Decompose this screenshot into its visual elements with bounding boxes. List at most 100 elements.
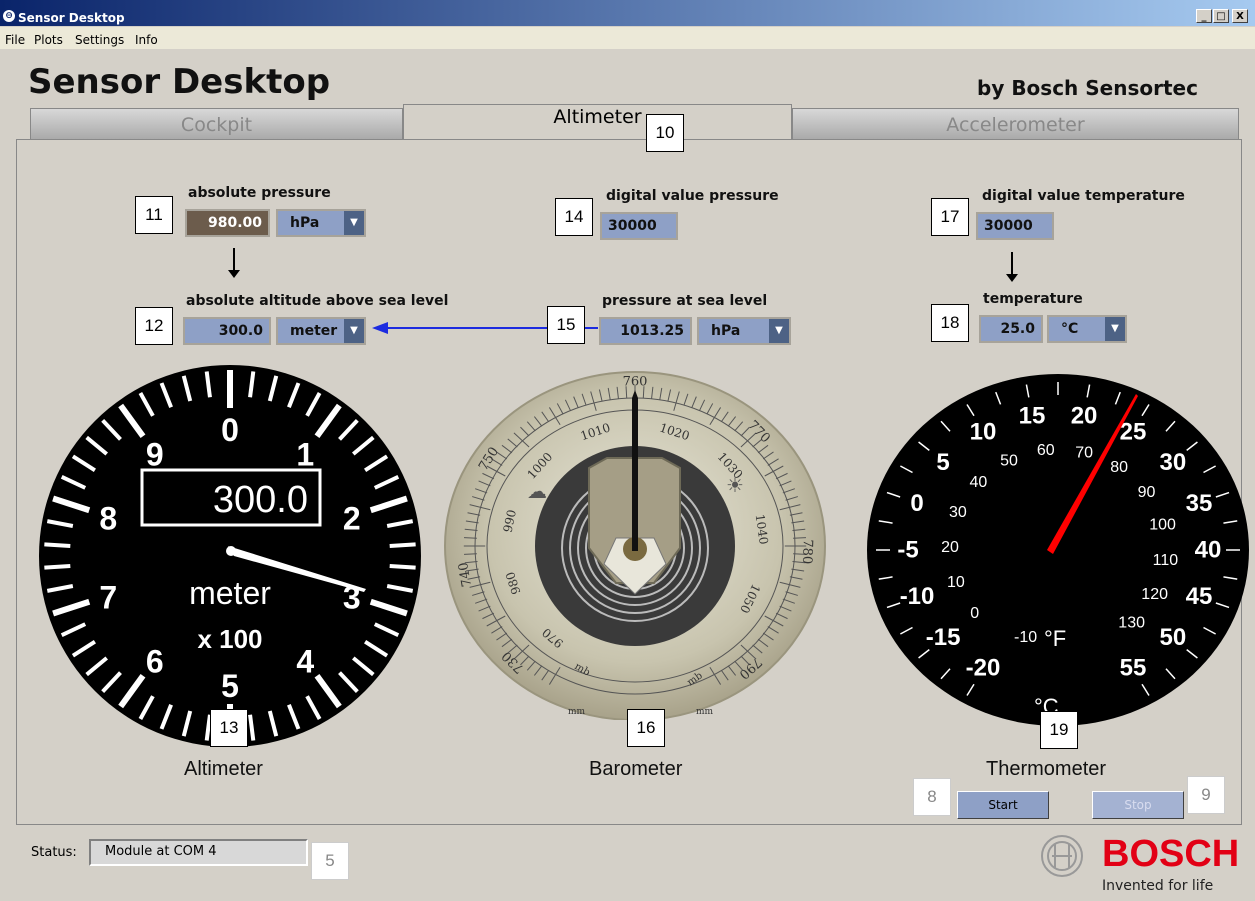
status-field: Module at COM 4	[89, 839, 308, 866]
fahrenheit-number: 80	[1110, 459, 1128, 476]
menu-plots[interactable]: Plots	[34, 33, 63, 47]
digital-pressure-label: digital value pressure	[606, 188, 779, 204]
celsius-number: 45	[1186, 583, 1213, 610]
barometer-outer-number: 760	[623, 375, 648, 390]
celsius-number: 30	[1160, 449, 1187, 476]
altitude-label: absolute altitude above sea level	[186, 293, 449, 309]
callout-10: 10	[646, 114, 684, 152]
fahrenheit-number: 70	[1075, 444, 1093, 461]
callout-11: 11	[135, 196, 173, 234]
barometer-caption: Barometer	[589, 758, 683, 780]
callout-15: 15	[547, 306, 585, 344]
fahrenheit-number: 100	[1149, 516, 1176, 533]
celsius-number: 20	[1071, 403, 1098, 430]
status-label: Status:	[31, 845, 77, 860]
temperature-unit-select[interactable]: °C ▼	[1047, 315, 1127, 343]
abs-pressure-unit-value: hPa	[290, 215, 320, 231]
altimeter-gauge: 0123456789 300.0 meter x 100	[39, 365, 421, 747]
celsius-number: 40	[1195, 537, 1222, 564]
fahrenheit-number: 0	[970, 605, 979, 622]
abs-pressure-field[interactable]: 980.00	[185, 209, 270, 237]
altimeter-number: 1	[296, 436, 314, 472]
sea-level-label: pressure at sea level	[602, 293, 768, 309]
callout-19: 19	[1040, 711, 1078, 749]
dropdown-arrow-icon[interactable]: ▼	[344, 319, 364, 343]
stop-button[interactable]: Stop	[1092, 791, 1184, 819]
bosch-brand: BOSCH	[1102, 833, 1240, 875]
bosch-logo-icon	[1041, 835, 1083, 877]
celsius-number: 5	[936, 449, 949, 476]
altimeter-tick	[44, 542, 71, 548]
callout-8: 8	[913, 778, 951, 816]
digital-temp-label: digital value temperature	[982, 188, 1185, 204]
menu-info[interactable]: Info	[135, 33, 158, 47]
menu-settings[interactable]: Settings	[75, 33, 124, 47]
title-bar: ⊖ Sensor Desktop _ □ X	[0, 0, 1255, 26]
callout-12: 12	[135, 307, 173, 345]
altitude-field[interactable]: 300.0	[183, 317, 271, 345]
altimeter-tick	[389, 564, 416, 570]
svg-text:mm: mm	[568, 707, 586, 717]
celsius-number: 50	[1160, 624, 1187, 651]
callout-13: 13	[210, 709, 248, 747]
dropdown-arrow-icon[interactable]: ▼	[344, 211, 364, 235]
barometer-needle	[632, 390, 638, 551]
dropdown-arrow-icon[interactable]: ▼	[769, 319, 789, 343]
app-logo-icon: ⊖	[3, 10, 15, 22]
callout-16: 16	[627, 709, 665, 747]
fahrenheit-number: 50	[1000, 452, 1018, 469]
altimeter-number: 6	[146, 644, 164, 680]
svg-text:mm: mm	[696, 707, 714, 717]
altimeter-number: 7	[99, 580, 117, 616]
sea-level-unit-value: hPa	[711, 323, 741, 339]
altimeter-number: 4	[296, 644, 314, 680]
callout-17: 17	[931, 198, 969, 236]
celsius-number: -10	[900, 583, 935, 610]
callout-14: 14	[555, 198, 593, 236]
fahrenheit-number: 90	[1138, 484, 1156, 501]
altimeter-tick	[44, 564, 71, 570]
altitude-unit-select[interactable]: meter ▼	[276, 317, 366, 345]
menu-file[interactable]: File	[5, 33, 25, 47]
altimeter-number: 8	[99, 500, 117, 536]
fahrenheit-number: 30	[949, 504, 967, 521]
altimeter-number: 5	[221, 668, 239, 704]
start-button[interactable]: Start	[957, 791, 1049, 819]
tab-cockpit[interactable]: Cockpit	[30, 108, 403, 140]
fahrenheit-number: 130	[1118, 615, 1145, 632]
celsius-number: 10	[970, 419, 997, 446]
celsius-number: 0	[910, 490, 923, 517]
altimeter-readout: 300.0	[213, 479, 308, 521]
fahrenheit-number: 110	[1153, 552, 1179, 569]
tab-altimeter[interactable]: Altimeter	[403, 104, 792, 140]
sea-level-field[interactable]: 1013.25	[599, 317, 692, 345]
abs-pressure-unit-select[interactable]: hPa ▼	[276, 209, 366, 237]
byline: by Bosch Sensortec	[977, 76, 1198, 100]
thermometer-caption: Thermometer	[986, 758, 1107, 780]
barometer-tick	[793, 537, 806, 539]
barometer-gauge: 73074075076077078079097098099010001010 10…	[444, 371, 826, 720]
callout-9: 9	[1187, 776, 1225, 814]
dropdown-arrow-icon[interactable]: ▼	[1105, 317, 1125, 341]
temperature-field[interactable]: 25.0	[979, 315, 1043, 343]
bosch-tagline: Invented for life	[1102, 878, 1214, 894]
celsius-number: 55	[1120, 654, 1147, 681]
tab-accelerometer[interactable]: Accelerometer	[792, 108, 1239, 140]
barometer-outer-number: 780	[799, 539, 815, 564]
rain-cloud-icon: ☁	[527, 481, 547, 503]
altimeter-number: 0	[221, 412, 239, 448]
close-button[interactable]: X	[1232, 9, 1248, 23]
altitude-unit-value: meter	[290, 323, 338, 339]
sea-level-unit-select[interactable]: hPa ▼	[697, 317, 791, 345]
callout-18: 18	[931, 304, 969, 342]
svg-text:-10: -10	[1014, 629, 1037, 646]
sun-icon: ☀	[726, 475, 744, 497]
digital-temp-field: 30000	[976, 212, 1054, 240]
window-title: Sensor Desktop	[18, 11, 125, 25]
fahrenheit-unit: °F	[1044, 626, 1066, 651]
maximize-button[interactable]: □	[1213, 9, 1229, 23]
barometer-tick	[464, 553, 477, 555]
temperature-label: temperature	[983, 291, 1083, 307]
minimize-button[interactable]: _	[1196, 9, 1212, 23]
altimeter-unit-text: meter	[189, 575, 271, 611]
